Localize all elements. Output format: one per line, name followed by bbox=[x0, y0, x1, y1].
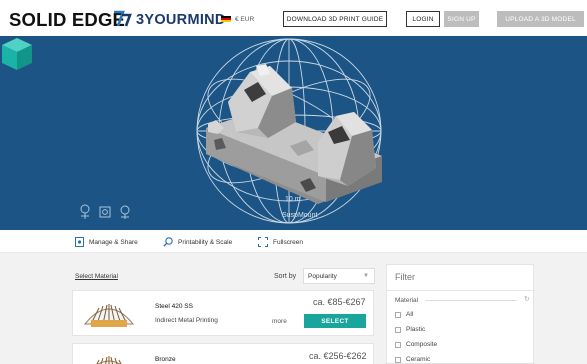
filter-option-plastic[interactable]: Plastic bbox=[395, 326, 425, 333]
checkbox[interactable] bbox=[395, 341, 401, 348]
material-type: Indirect Metal Printing bbox=[155, 317, 218, 324]
filter-title: Filter bbox=[395, 272, 415, 282]
signup-button[interactable]: SIGN UP bbox=[444, 11, 479, 27]
fullscreen-button[interactable]: Fullscreen bbox=[258, 237, 303, 247]
solid-edge-logo[interactable]: SOLID EDGE bbox=[9, 9, 125, 31]
magnifier-icon bbox=[163, 237, 173, 247]
material-thumbnail-icon bbox=[96, 356, 122, 364]
currency-selector[interactable]: € EUR bbox=[221, 13, 254, 25]
chevron-down-icon: ▼ bbox=[363, 273, 369, 279]
view-iso-icon[interactable] bbox=[98, 204, 112, 220]
currency-label: € EUR bbox=[235, 15, 255, 23]
material-card[interactable]: Steel 420 SS Indirect Metal Printing ca.… bbox=[72, 290, 374, 336]
orientation-cube-icon[interactable] bbox=[0, 36, 34, 72]
part-name-label: SuspMount bbox=[282, 212, 318, 219]
view-top-icon[interactable] bbox=[118, 204, 132, 220]
checkbox[interactable] bbox=[395, 311, 401, 318]
fullscreen-icon bbox=[258, 237, 268, 247]
sort-select[interactable]: Popularity ▼ bbox=[303, 268, 375, 284]
filter-option-label: All bbox=[406, 311, 414, 318]
more-link[interactable]: more bbox=[272, 318, 287, 325]
filter-divider bbox=[387, 290, 535, 291]
login-button[interactable]: LOGIN bbox=[406, 11, 440, 27]
download-guide-button[interactable]: DOWNLOAD 3D PRINT GUIDE bbox=[283, 11, 387, 27]
filter-option-label: Plastic bbox=[406, 326, 426, 333]
top-header: SOLID EDGE 3YOURMIND € EUR DOWNLOAD 3D P… bbox=[0, 0, 587, 36]
printability-button[interactable]: Printability & Scale bbox=[163, 237, 232, 247]
fullscreen-label: Fullscreen bbox=[273, 238, 303, 246]
materials-section: Select Material Sort by Popularity ▼ Ste… bbox=[0, 253, 587, 364]
3yourmind-wordmark: 3YOURMIND bbox=[136, 12, 226, 28]
sort-by-label: Sort by bbox=[274, 273, 297, 280]
filter-material-heading: Material bbox=[395, 297, 419, 304]
measure-label: 10 m bbox=[285, 196, 301, 203]
select-button[interactable]: SELECT bbox=[304, 314, 366, 328]
filter-option-label: Ceramic bbox=[406, 356, 431, 363]
3d-viewer[interactable]: 10 m SuspMount bbox=[0, 36, 587, 230]
reset-icon[interactable]: ↻ bbox=[524, 295, 530, 303]
material-price: ca. €256-€262 bbox=[309, 351, 367, 361]
filter-option-all[interactable]: All bbox=[395, 311, 413, 318]
filter-option-label: Composite bbox=[406, 341, 438, 348]
checkbox[interactable] bbox=[395, 326, 401, 333]
material-price: ca. €85-€267 bbox=[313, 297, 366, 307]
sort-value: Popularity bbox=[308, 272, 337, 280]
document-share-icon bbox=[75, 237, 84, 247]
3yourmind-logo[interactable]: 3YOURMIND bbox=[112, 8, 225, 30]
material-thumbnail-icon bbox=[83, 304, 135, 327]
checkbox[interactable] bbox=[395, 356, 401, 363]
select-material-heading: Select Material bbox=[75, 273, 118, 280]
material-card[interactable]: Bronze ca. €256-€262 bbox=[72, 343, 374, 364]
filter-section-line bbox=[425, 300, 517, 301]
upload-model-button[interactable]: UPLOAD A 3D MODEL bbox=[497, 11, 584, 27]
material-name: Steel 420 SS bbox=[155, 303, 193, 310]
manage-share-button[interactable]: Manage & Share bbox=[75, 237, 138, 247]
manage-share-label: Manage & Share bbox=[89, 238, 138, 246]
3yourmind-mark-icon bbox=[114, 10, 132, 27]
printability-label: Printability & Scale bbox=[178, 238, 233, 246]
filter-option-ceramic[interactable]: Ceramic bbox=[395, 356, 430, 363]
filter-option-composite[interactable]: Composite bbox=[395, 341, 437, 348]
german-flag-icon bbox=[221, 15, 231, 23]
view-front-icon[interactable] bbox=[78, 204, 92, 220]
material-name: Bronze bbox=[155, 356, 176, 363]
viewer-toolbar: Manage & Share Printability & Scale Full… bbox=[0, 230, 587, 253]
filter-panel: Filter Material ↻ All Plastic Composite … bbox=[386, 264, 535, 364]
